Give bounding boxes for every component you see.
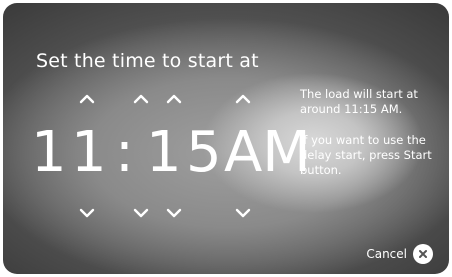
chevron-down-icon bbox=[79, 208, 95, 218]
chevron-down-icon bbox=[235, 208, 251, 218]
time-separator: : bbox=[115, 120, 134, 185]
chevron-down-icon bbox=[133, 208, 149, 218]
chevron-up-icon bbox=[133, 94, 149, 104]
period-label: AM bbox=[224, 120, 311, 185]
minute-tens-down-button[interactable] bbox=[163, 205, 185, 221]
start-time-screen: Set the time to start at 1 1 : 1 5 AM Th… bbox=[3, 3, 449, 274]
hour-ones-down-button[interactable] bbox=[130, 205, 152, 221]
chevron-up-icon bbox=[79, 94, 95, 104]
close-icon bbox=[413, 244, 433, 264]
page-title: Set the time to start at bbox=[36, 50, 259, 72]
hour-tens-down-button[interactable] bbox=[76, 205, 98, 221]
chevron-up-icon bbox=[235, 94, 251, 104]
period-up-button[interactable] bbox=[232, 91, 254, 107]
period-down-button[interactable] bbox=[232, 205, 254, 221]
hour-ones-up-button[interactable] bbox=[130, 91, 152, 107]
cancel-label: Cancel bbox=[366, 247, 407, 261]
hour-tens-up-button[interactable] bbox=[76, 91, 98, 107]
chevron-up-icon bbox=[166, 94, 182, 104]
minute-tens-digit: 1 bbox=[146, 120, 182, 185]
cancel-button[interactable]: Cancel bbox=[366, 244, 433, 264]
hour-tens-digit: 1 bbox=[31, 120, 67, 185]
minute-tens-up-button[interactable] bbox=[163, 91, 185, 107]
chevron-down-icon bbox=[166, 208, 182, 218]
start-info-text: The load will start at around 11:15 AM. bbox=[300, 87, 418, 116]
hour-ones-digit: 1 bbox=[71, 120, 107, 185]
delay-start-hint: If you want to use the delay start, pres… bbox=[300, 133, 432, 177]
minute-ones-digit: 5 bbox=[186, 120, 222, 185]
